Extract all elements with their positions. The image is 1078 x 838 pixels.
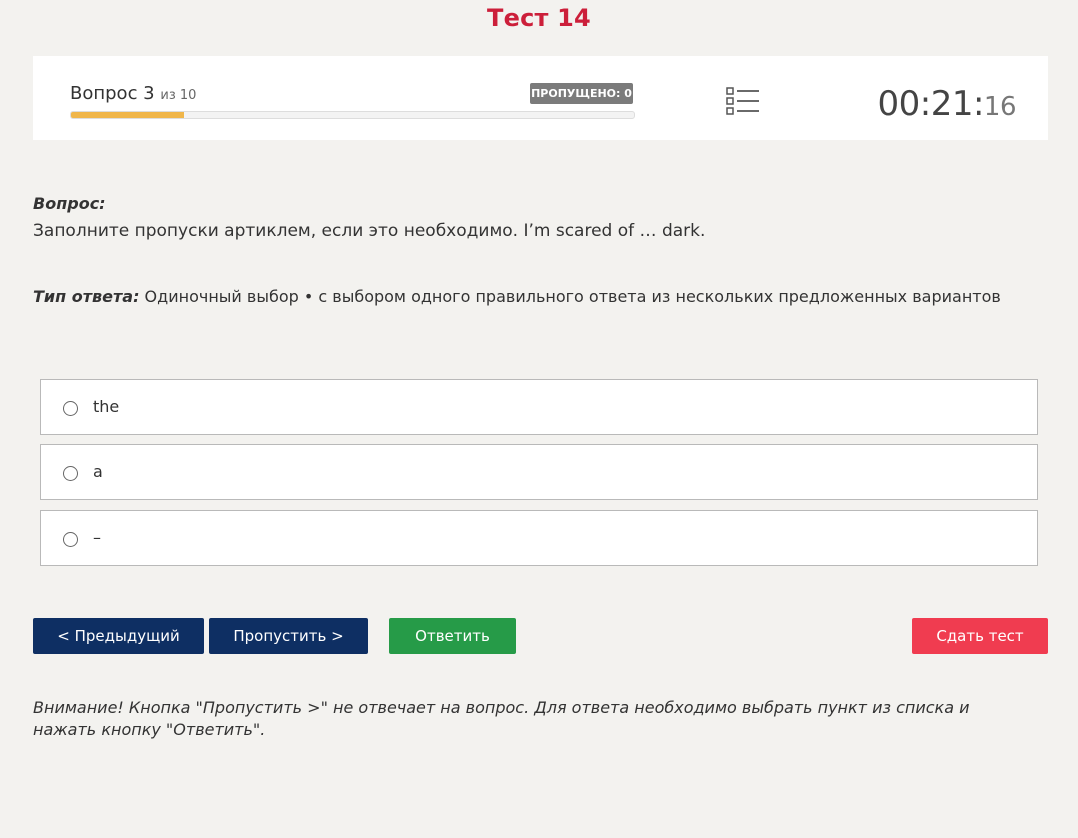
test-header-panel: Вопрос 3 из 10 ПРОПУЩЕНО: 0 00:21:16	[33, 56, 1048, 140]
progress-bar	[70, 111, 635, 119]
skip-button[interactable]: Пропустить >	[209, 618, 368, 654]
submit-test-button[interactable]: Сдать тест	[912, 618, 1048, 654]
question-total: из 10	[160, 88, 197, 103]
question-list-icon[interactable]	[726, 86, 760, 116]
question-label: Вопрос:	[33, 194, 106, 213]
answer-type: Тип ответа: Одиночный выбор • с выбором …	[33, 287, 1001, 306]
radio-button[interactable]	[63, 466, 78, 481]
skipped-badge: ПРОПУЩЕНО: 0	[530, 83, 633, 104]
answer-button[interactable]: Ответить	[389, 618, 516, 654]
radio-button[interactable]	[63, 532, 78, 547]
answer-option[interactable]: –	[40, 510, 1038, 566]
timer-seconds: 16	[983, 92, 1017, 122]
answer-option-label: –	[93, 528, 101, 547]
answer-type-label: Тип ответа:	[33, 287, 140, 306]
answer-option-label: a	[93, 462, 103, 481]
radio-button[interactable]	[63, 401, 78, 416]
previous-button[interactable]: < Предыдущий	[33, 618, 204, 654]
answer-type-value: Одиночный выбор • с выбором одного прави…	[139, 287, 1001, 306]
warning-note: Внимание! Кнопка "Пропустить >" не отвеч…	[33, 698, 970, 739]
answer-option-label: the	[93, 397, 120, 416]
timer-main: 00:21:	[877, 84, 984, 124]
progress-fill	[71, 112, 184, 118]
answer-option[interactable]: a	[40, 444, 1038, 500]
timer: 00:21:16	[877, 84, 1016, 124]
question-number: Вопрос 3	[70, 83, 155, 104]
page-title: Тест 14	[487, 4, 591, 32]
question-text: Заполните пропуски артиклем, если это не…	[33, 221, 706, 241]
question-counter: Вопрос 3 из 10	[70, 83, 196, 104]
answer-option[interactable]: the	[40, 379, 1038, 435]
